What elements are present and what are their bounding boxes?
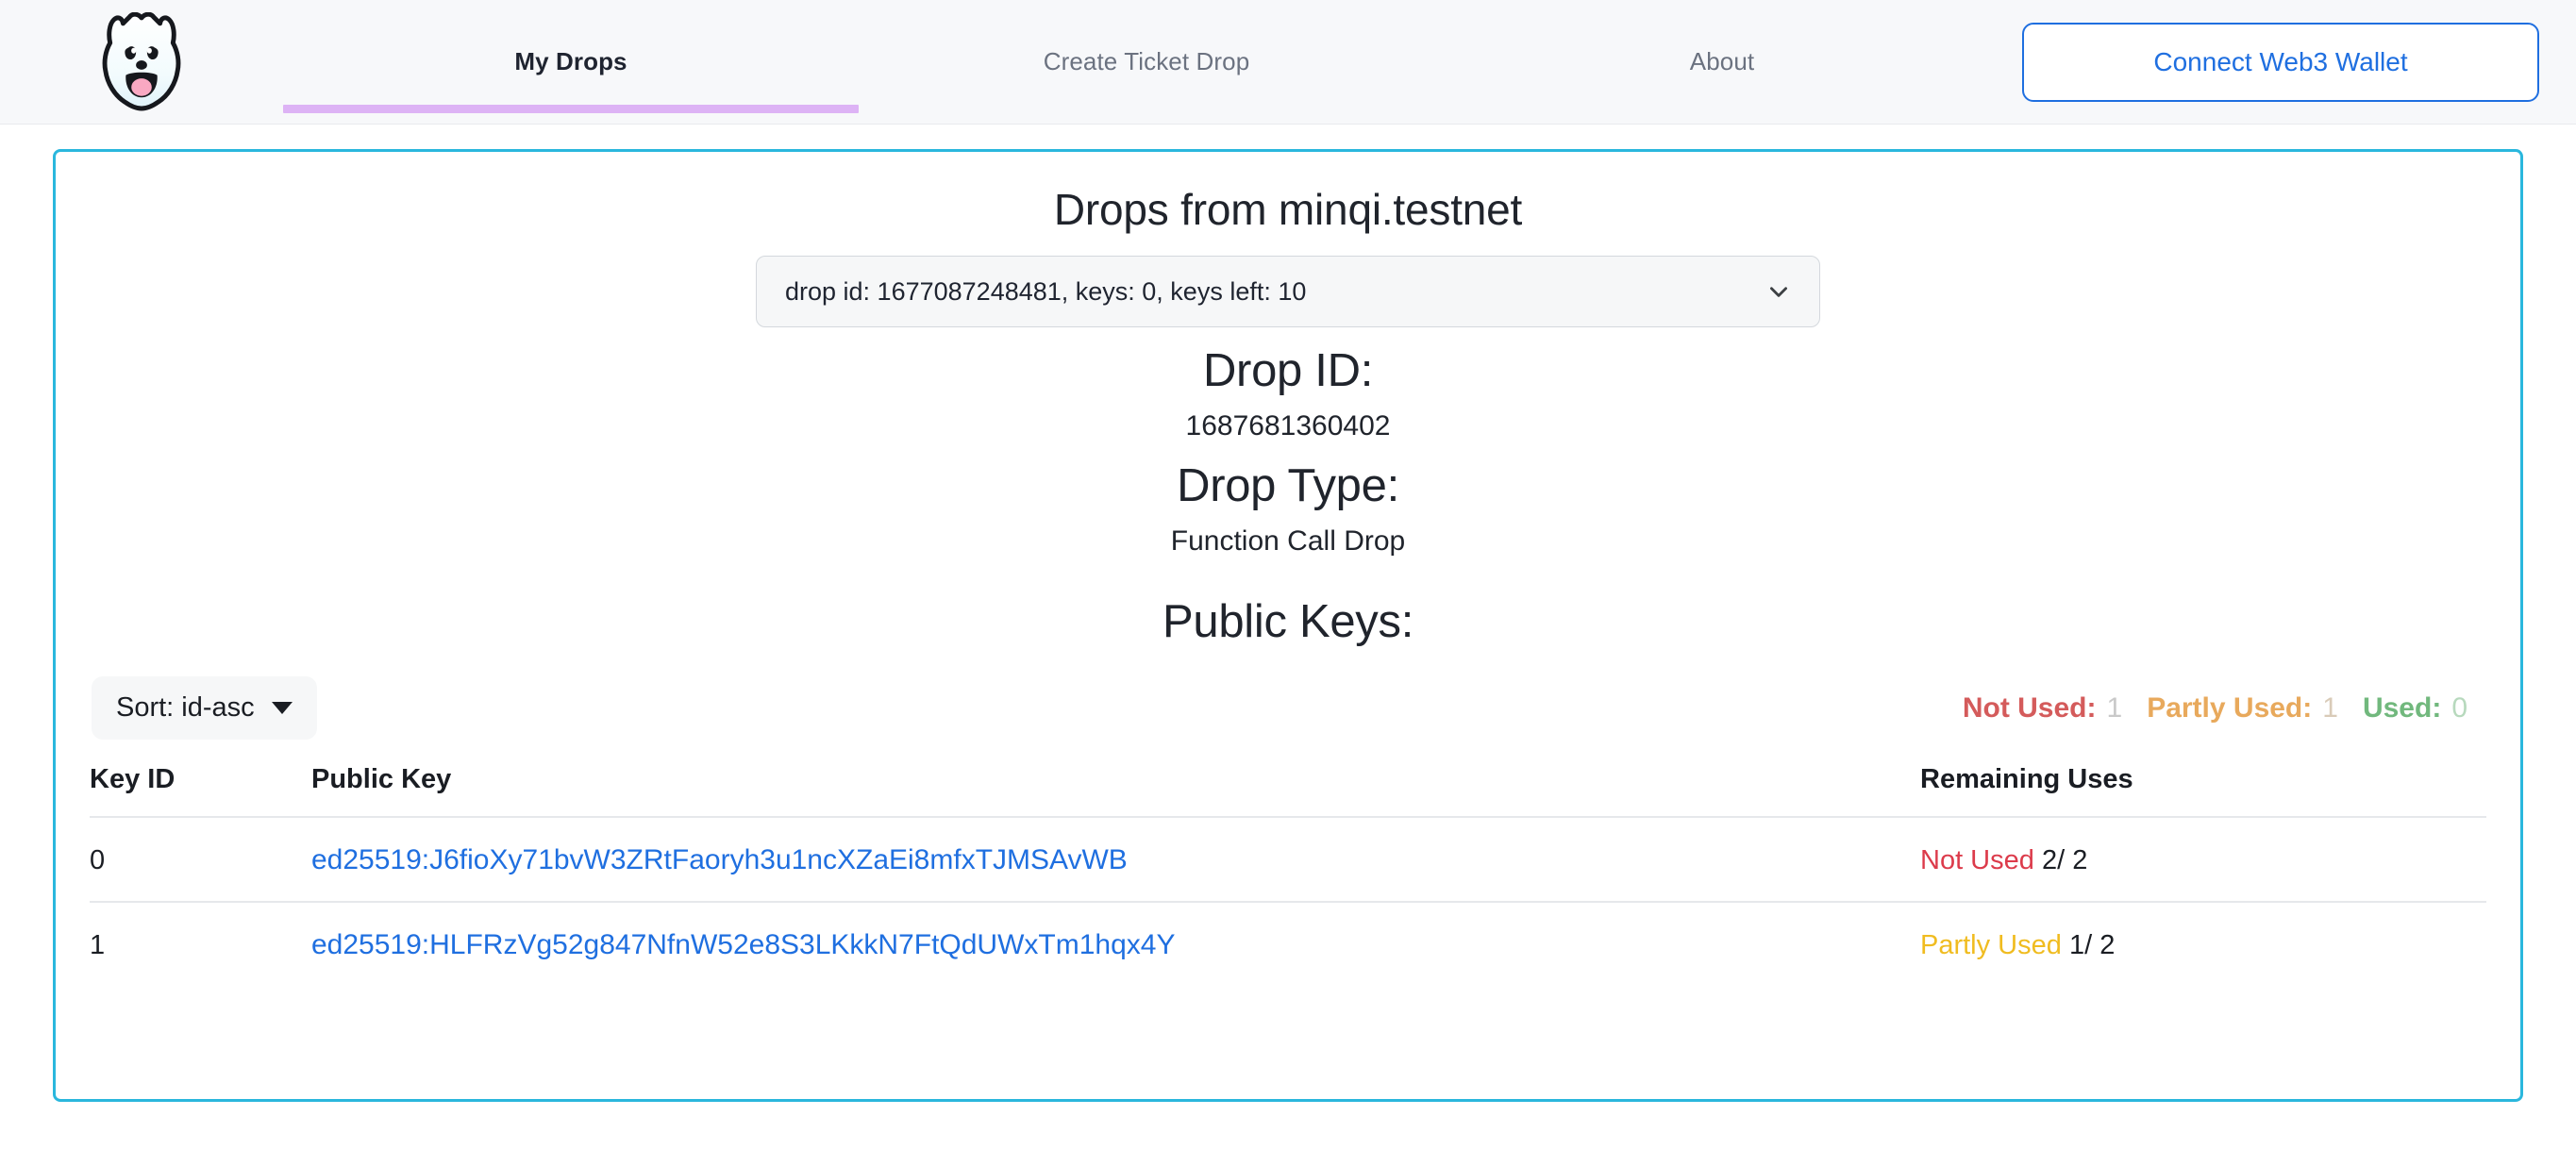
column-header-remaining-uses: Remaining Uses: [1920, 764, 2133, 794]
public-keys-table-body: 0 ed25519:J6fioXy71bvW3ZRtFaoryh3u1ncXZa…: [90, 816, 2486, 986]
remaining-uses-count: 1/ 2: [2068, 929, 2116, 960]
counter-used-label: Used:: [2362, 691, 2442, 724]
column-header-key-id: Key ID: [90, 764, 176, 794]
table-header-row: Key ID Public Key Remaining Uses: [90, 764, 2486, 817]
table-row: 0 ed25519:J6fioXy71bvW3ZRtFaoryh3u1ncXZa…: [90, 816, 2486, 902]
drop-selector-value: drop id: 1677087248481, keys: 0, keys le…: [785, 276, 1307, 306]
status-badge: Not Used: [1920, 844, 2034, 875]
cell-public-key: ed25519:J6fioXy71bvW3ZRtFaoryh3u1ncXZaEi…: [311, 816, 1920, 902]
public-key-link[interactable]: ed25519:HLFRzVg52g847NfnW52e8S3LKkkN7FtQ…: [311, 929, 1175, 960]
page-title: Drops from minqi.testnet: [1053, 185, 1523, 234]
nav-item-about[interactable]: About: [1434, 0, 2010, 125]
nav-item-create-ticket-drop-label: Create Ticket Drop: [1043, 47, 1250, 75]
sort-dropdown-label: Sort: id-asc: [116, 692, 255, 723]
logo-link[interactable]: [0, 0, 283, 125]
nav-item-create-ticket-drop[interactable]: Create Ticket Drop: [859, 0, 1434, 125]
caret-down-icon: [271, 702, 293, 714]
nav-item-my-drops[interactable]: My Drops: [283, 0, 859, 125]
sort-dropdown-button[interactable]: Sort: id-asc: [92, 676, 317, 740]
counter-not-used-label: Not Used:: [1962, 691, 2097, 724]
counter-partly-used: Partly Used: 1: [2147, 692, 2338, 724]
drop-id-value: 1687681360402: [1185, 410, 1391, 441]
counter-not-used-value: 1: [2106, 691, 2123, 724]
top-navigation-bar: My Drops Create Ticket Drop About Connec…: [0, 0, 2576, 125]
page-body: Drops from minqi.testnet drop id: 167708…: [0, 125, 2576, 1102]
nav-item-about-label: About: [1689, 47, 1755, 75]
public-keys-table: Key ID Public Key Remaining Uses 0 ed255…: [90, 764, 2486, 986]
chevron-down-icon: [1770, 287, 1787, 297]
public-keys-table-head: Key ID Public Key Remaining Uses: [90, 764, 2486, 817]
status-badge: Partly Used: [1920, 929, 2062, 960]
nav-cta-wrap: Connect Web3 Wallet: [2010, 22, 2576, 102]
nav-links: My Drops Create Ticket Drop About: [283, 0, 2010, 125]
drop-type-value: Function Call Drop: [1170, 525, 1406, 557]
cell-remaining-uses: Partly Used 1/ 2: [1920, 901, 2486, 986]
counter-not-used: Not Used: 1: [1963, 692, 2122, 724]
cell-key-id: 1: [90, 901, 311, 986]
keypom-dog-logo-icon: [102, 11, 181, 110]
key-status-counters: Not Used: 1 Partly Used: 1 Used: 0: [1938, 692, 2486, 724]
cell-remaining-uses: Not Used 2/ 2: [1920, 816, 2486, 902]
remaining-uses-count: 2/ 2: [2041, 844, 2088, 875]
nav-item-my-drops-label: My Drops: [514, 47, 627, 75]
drop-type-heading: Drop Type:: [1177, 460, 1399, 511]
drop-id-heading: Drop ID:: [1202, 345, 1374, 396]
drops-card: Drops from minqi.testnet drop id: 167708…: [53, 149, 2523, 1102]
drop-selector[interactable]: drop id: 1677087248481, keys: 0, keys le…: [756, 256, 1820, 327]
counter-used-value: 0: [2451, 691, 2467, 724]
keys-toolbar: Sort: id-asc Not Used: 1 Partly Used: 1 …: [90, 676, 2486, 740]
connect-web3-wallet-button[interactable]: Connect Web3 Wallet: [2022, 22, 2539, 102]
column-header-public-key: Public Key: [311, 764, 452, 794]
drop-selector-row: drop id: 1677087248481, keys: 0, keys le…: [90, 256, 2486, 327]
counter-used: Used: 0: [2363, 692, 2467, 724]
public-key-link[interactable]: ed25519:J6fioXy71bvW3ZRtFaoryh3u1ncXZaEi…: [311, 844, 1128, 875]
cell-key-id: 0: [90, 816, 311, 902]
counter-partly-used-label: Partly Used:: [2147, 691, 2313, 724]
public-keys-heading: Public Keys:: [1162, 596, 1414, 647]
cell-public-key: ed25519:HLFRzVg52g847NfnW52e8S3LKkkN7FtQ…: [311, 901, 1920, 986]
table-row: 1 ed25519:HLFRzVg52g847NfnW52e8S3LKkkN7F…: [90, 901, 2486, 986]
counter-partly-used-value: 1: [2322, 691, 2338, 724]
